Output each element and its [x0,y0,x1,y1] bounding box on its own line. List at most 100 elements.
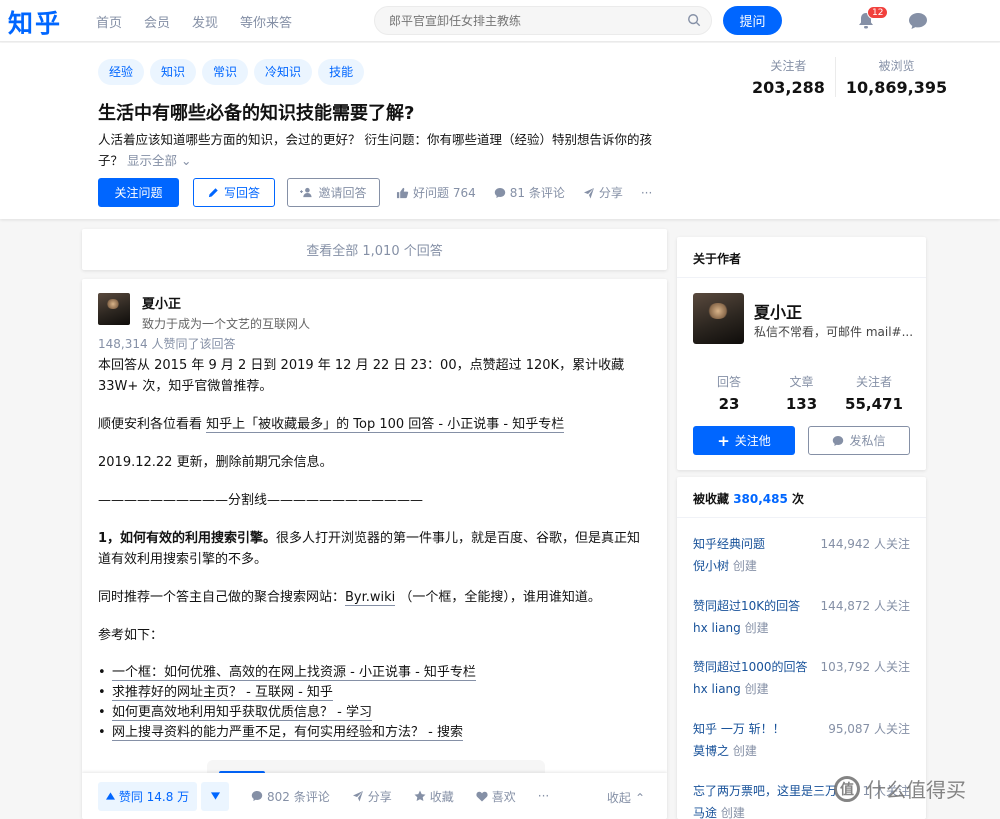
paragraph: 1，如何有效的利用搜索引擎。很多人打开浏览器的第一件事儿，就是百度、谷歌，但是真… [98,531,641,567]
collection-follows: 103,792 人关注 [820,660,910,674]
follow-author-button[interactable]: + 关注他 [693,426,795,455]
triangle-down-icon [210,792,220,800]
search-box [374,6,712,35]
collection-item[interactable]: 赞同超过10K的回答 144,872 人关注 hx liang 创建 [693,597,910,636]
answer-comments-button[interactable]: 802 条评论 [251,788,330,805]
topic-tag[interactable]: 技能 [318,59,365,85]
collection-title[interactable]: 赞同超过1000的回答 [693,658,821,675]
sidebar-author-bio: 私信不常看，可邮件 mail#... [754,325,914,339]
answer-more-button[interactable]: ··· [538,789,549,803]
follow-question-button[interactable]: 关注问题 [98,178,179,207]
collection-item[interactable]: 知乎 一万 斩！！ 95,087 人关注 莫博之 创建 [693,720,910,759]
chevron-up-icon: ⌃ [634,790,645,805]
top-navbar: 知乎 首页 会员 发现 等你来答 提问 12 [0,0,1000,42]
nav-waiting[interactable]: 等你来答 [240,12,292,31]
question-share-button[interactable]: 分享 [583,184,623,201]
answer-like-button[interactable]: 喜欢 [476,788,516,805]
upvote-button[interactable]: 赞同 14.8 万 [98,781,197,811]
reference-link[interactable]: 网上搜寻资料的能力严重不足，有何实用经验和方法？ - 搜索 [112,725,463,741]
reference-link[interactable]: 求推荐好的网址主页？ - 互联网 - 知乎 [112,685,333,701]
write-answer-button[interactable]: 写回答 [193,178,275,207]
collection-item[interactable]: 知乎经典问题 144,942 人关注 倪小树 创建 [693,535,910,574]
collection-creator: 倪小树 创建 [693,559,757,573]
comment-icon [833,435,844,446]
main-nav: 首页 会员 发现 等你来答 [96,12,292,31]
zhihu-logo[interactable]: 知乎 [8,4,62,40]
question-meta: 好问题 764 81 条评论 分享 ··· [396,184,652,201]
collection-title[interactable]: 赞同超过10K的回答 [693,597,821,614]
reference-list: 一个框：如何优雅、高效的在网上找资源 - 小正说事 - 知乎专栏 求推荐好的网址… [98,663,642,743]
question-more-button[interactable]: ··· [641,186,652,200]
send-message-button[interactable]: 发私信 [808,426,910,455]
answer-collect-button[interactable]: 收藏 [414,788,454,805]
answers-stat[interactable]: 回答 23 [693,373,765,413]
answer-author: 夏小正 致力于成为一个文艺的互联网人 [98,293,310,332]
reference-link[interactable]: 一个框：如何优雅、高效的在网上找资源 - 小正说事 - 知乎专栏 [112,665,476,681]
collections-card: 被收藏 380,485 次 知乎经典问题 144,942 人关注 倪小树 创建 … [677,477,926,819]
ask-button[interactable]: 提问 [723,6,782,35]
show-all-link[interactable]: 显示全部 ⌄ [127,153,191,168]
watermark-text: 什么值得买 [866,778,966,802]
views-stat: 被浏览 10,869,395 [834,57,957,97]
downvote-button[interactable] [201,781,229,811]
topic-tag[interactable]: 常识 [202,59,249,85]
collection-title[interactable]: 知乎 一万 斩！！ [693,720,821,737]
paragraph: 顺便安利各位看看 知乎上「被收藏最多」的 Top 100 回答 - 小正说事 -… [98,417,565,433]
good-question-button[interactable]: 好问题 764 [396,184,476,201]
notification-badge: 12 [867,6,889,19]
heart-icon [476,791,488,801]
paragraph: 2019.12.22 更新，删除前期冗余信息。 [98,455,333,470]
question-actions: 关注问题 写回答 邀请回答 好问题 764 81 条评论 分享 ··· [98,178,652,207]
topic-tag[interactable]: 经验 [98,59,145,85]
question-detail: 人活着应该知道哪些方面的知识，会过的更好？ 衍生问题：你有哪些道理（经验）特别想… [98,129,668,171]
comment-icon [251,791,263,801]
about-author-card: 关于作者 夏小正 私信不常看，可邮件 mail#... 回答 23 文章 133 关… [677,237,926,470]
comment-icon [494,187,505,198]
author-name[interactable]: 夏小正 [142,293,310,312]
smzdm-watermark: 值 什么值得买 [834,774,966,803]
share-icon [352,791,363,802]
author-followers-stat[interactable]: 关注者 55,471 [838,373,910,413]
topic-tag[interactable]: 冷知识 [254,59,313,85]
search-icon[interactable] [687,13,701,27]
view-all-answers-link[interactable]: 查看全部 1,010 个回答 [82,229,667,270]
author-avatar[interactable] [98,293,130,325]
reference-link[interactable]: 如何更高效地利用知乎获取优质信息？ - 学习 [112,705,372,721]
answer-content: 本回答从 2015 年 9 月 2 日到 2019 年 12 月 22 日 23… [98,355,642,743]
collection-creator: hx liang 创建 [693,682,769,696]
collection-title[interactable]: 忘了两万票吧，这里是三万 [693,782,843,799]
topic-tag[interactable]: 知识 [150,59,197,85]
collapse-button[interactable]: 收起 ⌃ [607,789,645,806]
message-icon[interactable] [908,12,928,30]
about-author-title: 关于作者 [677,237,926,278]
paragraph: 本回答从 2015 年 9 月 2 日到 2019 年 12 月 22 日 23… [98,358,625,394]
author-stats: 回答 23 文章 133 关注者 55,471 [693,373,910,413]
question-stats: 关注者 203,288 被浏览 10,869,395 [742,57,957,97]
thumbs-up-icon [396,187,409,198]
nav-home[interactable]: 首页 [96,12,122,31]
search-input[interactable] [389,12,679,30]
collection-follows: 144,942 人关注 [820,537,910,551]
collection-follows: 95,087 人关注 [828,722,910,736]
nav-discover[interactable]: 发现 [192,12,218,31]
answer-share-button[interactable]: 分享 [352,788,392,805]
answer-actions: 802 条评论 分享 收藏 喜欢 ··· [251,788,549,805]
sidebar-author-name[interactable]: 夏小正 [754,299,802,323]
invite-answer-button[interactable]: 邀请回答 [287,178,380,207]
answer-card: 夏小正 致力于成为一个文艺的互联网人 148,314 人赞同了该回答 本回答从 … [82,279,667,819]
topic-list: 经验 知识 常识 冷知识 技能 [98,59,365,85]
top100-link[interactable]: 知乎上「被收藏最多」的 Top 100 回答 - 小正说事 - 知乎专栏 [206,417,565,433]
question-comments-button[interactable]: 81 条评论 [494,184,565,201]
byr-wiki-link[interactable]: Byr.wiki [345,590,396,606]
question-title[interactable]: 生活中有哪些必备的知识技能需要了解? [98,99,414,125]
question-header: 经验 知识 常识 冷知识 技能 生活中有哪些必备的知识技能需要了解? 人活着应该… [0,43,1000,219]
collection-follows: 144,872 人关注 [820,599,910,613]
collection-item[interactable]: 赞同超过1000的回答 103,792 人关注 hx liang 创建 [693,658,910,697]
paragraph: 同时推荐一个答主自己做的聚合搜索网站：Byr.wiki （一个框，全能搜），谁用… [98,590,601,606]
share-icon [583,187,594,198]
articles-stat[interactable]: 文章 133 [766,373,838,413]
nav-vip[interactable]: 会员 [144,12,170,31]
sidebar-author-avatar[interactable] [693,293,744,344]
triangle-up-icon [105,792,115,800]
collection-title[interactable]: 知乎经典问题 [693,535,821,552]
